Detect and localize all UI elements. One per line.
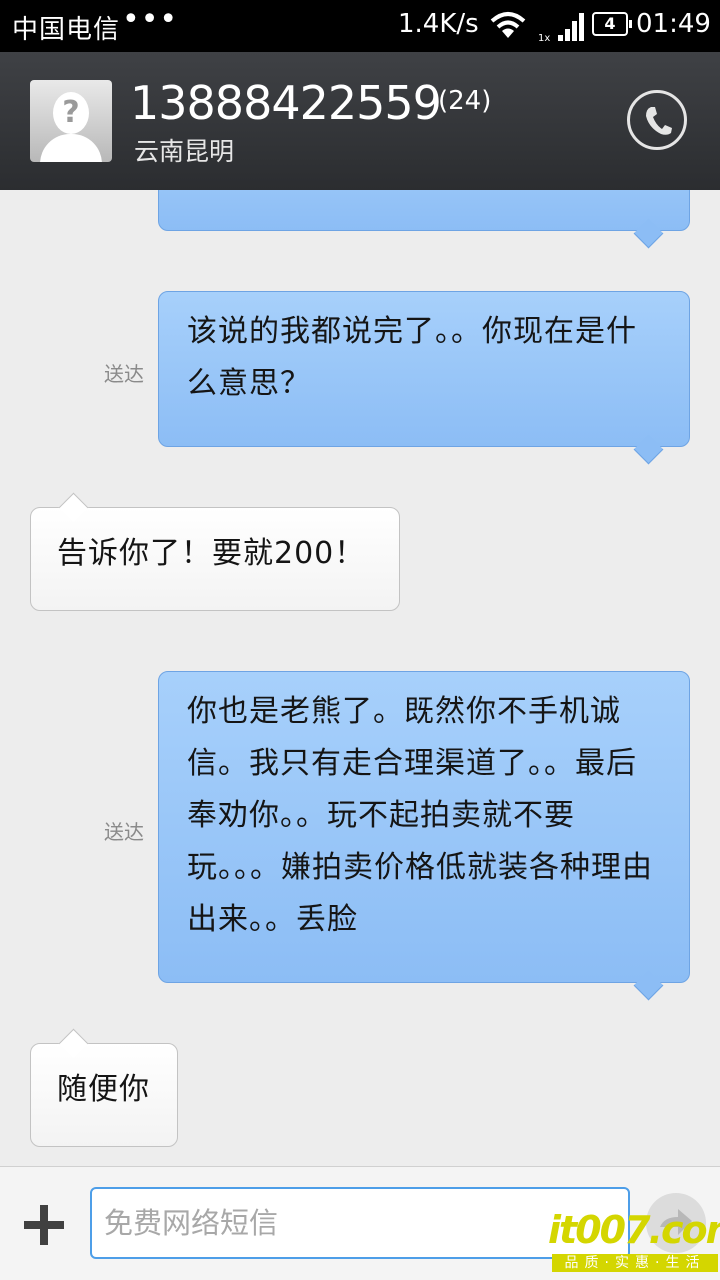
send-arrow-icon [660,1209,692,1235]
delivery-status: 送达 [104,362,144,386]
message-text: 随便你 [57,1072,150,1107]
message-bubble-outgoing[interactable]: 你也是老熊了。既然你不手机诚信。我只有走合理渠道了。。最后奉劝你。。玩不起拍卖就… [158,671,690,983]
compose-bar [0,1166,720,1280]
conversation-header: ? 13888422559 (24) 云南昆明 [0,52,720,190]
message-text: 该说的我都说完了。。你现在是什么意思？ [187,314,637,401]
phone-icon [646,107,672,135]
contact-avatar[interactable]: ? [30,80,112,162]
message-count: (24) [438,86,492,116]
delivery-status: 送达 [104,820,144,844]
add-attachment-button[interactable] [22,1203,66,1247]
contact-location: 云南昆明 [134,137,235,166]
message-bubble-outgoing[interactable]: 该说的我都说完了。。你现在是什么意思？ [158,291,690,447]
contact-number: 13888422559 [130,76,442,130]
avatar-body-shape [40,134,102,162]
unknown-contact-icon: ? [53,92,89,134]
message-text: 告诉你了！要就200！ [57,536,366,571]
call-button[interactable] [627,90,687,150]
message-bubble-incoming[interactable]: 告诉你了！要就200！ [30,507,400,611]
message-text: 你也是老熊了。既然你不手机诚信。我只有走合理渠道了。。最后奉劝你。。玩不起拍卖就… [187,694,653,937]
message-bubble-incoming[interactable]: 随便你 [30,1043,178,1147]
send-button[interactable] [646,1193,706,1253]
message-input[interactable] [90,1187,630,1259]
